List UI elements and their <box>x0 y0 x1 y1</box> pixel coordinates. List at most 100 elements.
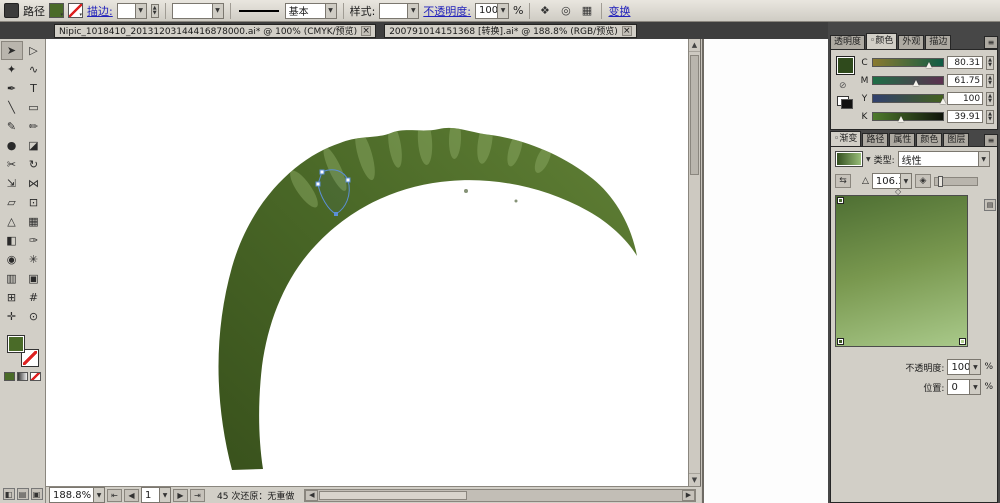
full-screen-with-menu-mode[interactable]: ▤ <box>17 488 29 500</box>
tab-appearance[interactable]: 外观 <box>898 35 924 49</box>
last-artboard-button[interactable]: ⇥ <box>190 489 205 502</box>
gradient-type-combo[interactable]: 线性▼ <box>898 151 990 167</box>
document-tab-1[interactable]: Nipic_1018410_20131203144416878000.ai* @… <box>54 24 376 38</box>
reverse-gradient-icon[interactable]: ⇆ <box>835 174 851 188</box>
style-combo[interactable]: ▼ <box>379 3 419 19</box>
tool-pencil[interactable]: ✏ <box>23 117 45 136</box>
tool-blob-brush[interactable]: ● <box>1 136 23 155</box>
vertical-scrollbar[interactable]: ▲ ▼ <box>688 39 701 486</box>
black-value[interactable]: 39.91 <box>947 110 983 123</box>
tab-stroke[interactable]: 描边 <box>925 35 951 49</box>
tool-eyedropper[interactable]: ✑ <box>23 231 45 250</box>
stepper[interactable]: ▲▼ <box>986 92 994 106</box>
chevron-down-icon[interactable]: ▼ <box>325 4 336 18</box>
stroke-weight-stepper[interactable]: ▲▼ <box>151 4 159 18</box>
anchor-point[interactable] <box>316 182 320 186</box>
tool-line-segment[interactable]: ╲ <box>1 98 23 117</box>
tool-rotate[interactable]: ↻ <box>23 155 45 174</box>
full-screen-mode[interactable]: ▣ <box>31 488 43 500</box>
stroke-weight-combo[interactable]: ▼ <box>117 3 147 19</box>
stepper[interactable]: ▲▼ <box>986 110 994 124</box>
tool-direct-selection[interactable]: ▷ <box>23 41 45 60</box>
tool-zoom[interactable]: ⊙ <box>23 307 45 326</box>
tab-color[interactable]: 颜色 <box>866 33 897 49</box>
stepper[interactable]: ▲▼ <box>986 74 994 88</box>
gradient-stop-start[interactable] <box>837 338 844 345</box>
tool-shape-builder[interactable]: ⊡ <box>23 193 45 212</box>
chevron-down-icon[interactable]: ▼ <box>497 4 508 18</box>
gradient-slider[interactable] <box>934 177 978 186</box>
align-options-icon[interactable]: ▦ <box>578 3 595 19</box>
chevron-down-icon[interactable]: ▼ <box>978 152 989 166</box>
gradient-slider-thumb[interactable] <box>938 176 943 187</box>
tool-mesh[interactable]: ▦ <box>23 212 45 231</box>
tool-pen[interactable]: ✒ <box>1 79 23 98</box>
tool-slice[interactable]: # <box>23 288 45 307</box>
panel-options-icon[interactable]: ▤ <box>984 199 996 211</box>
tool-column-graph[interactable]: ▥ <box>1 269 23 288</box>
close-icon[interactable]: × <box>361 26 371 36</box>
anchor-point[interactable] <box>320 170 324 174</box>
tab-gradient[interactable]: 渐变 <box>830 131 861 147</box>
chevron-down-icon[interactable]: ▼ <box>969 380 980 394</box>
stepper[interactable]: ▲▼ <box>986 56 994 70</box>
yellow-value[interactable]: 100 <box>947 92 983 105</box>
leaf-artwork[interactable] <box>219 128 638 470</box>
first-artboard-button[interactable]: ⇤ <box>107 489 122 502</box>
tool-gradient[interactable]: ◧ <box>1 231 23 250</box>
chevron-down-icon[interactable]: ▼ <box>866 156 871 163</box>
gradient-stop[interactable] <box>837 197 844 204</box>
tool-lasso[interactable]: ∿ <box>23 60 45 79</box>
tool-paintbrush[interactable]: ✎ <box>1 117 23 136</box>
toolbar-fill-swatch[interactable] <box>7 335 25 353</box>
black-slider[interactable] <box>872 112 944 121</box>
chevron-down-icon[interactable]: ▼ <box>135 4 146 18</box>
color-button[interactable] <box>4 372 15 381</box>
gradient-opacity-combo[interactable]: 100▼ <box>947 359 981 375</box>
next-artboard-button[interactable]: ▶ <box>173 489 188 502</box>
tool-hand[interactable]: ✛ <box>1 307 23 326</box>
gradient-fill-chip[interactable] <box>835 151 863 167</box>
document-tab-2[interactable]: 200791014151368 [转换].ai* @ 188.8% (RGB/预… <box>384 24 637 38</box>
tool-type[interactable]: T <box>23 79 45 98</box>
horizontal-scrollbar[interactable]: ◀ ▶ <box>304 489 696 502</box>
chevron-down-icon[interactable]: ▼ <box>969 360 980 374</box>
normal-screen-mode[interactable]: ◧ <box>3 488 15 500</box>
gradient-angle-combo[interactable]: 106.3▼ <box>872 173 912 189</box>
active-fill-swatch[interactable] <box>836 56 855 75</box>
scroll-down-icon[interactable]: ▼ <box>689 473 700 486</box>
horizontal-scroll-thumb[interactable] <box>319 491 467 500</box>
slider-marker[interactable] <box>940 98 946 104</box>
brush-definition-combo[interactable]: 基本▼ <box>285 3 337 19</box>
none-icon[interactable]: ⊘ <box>839 81 847 91</box>
tool-live-paint-bucket[interactable]: ▣ <box>23 269 45 288</box>
opacity-link[interactable]: 不透明度: <box>423 3 471 19</box>
slider-marker[interactable] <box>926 62 932 68</box>
tool-scissors[interactable]: ✂ <box>1 155 23 174</box>
chevron-down-icon[interactable]: ▼ <box>159 488 170 502</box>
transform-link[interactable]: 变换 <box>608 3 630 19</box>
zoom-combo[interactable]: 188.8%▼ <box>49 487 105 503</box>
vertical-scroll-thumb[interactable] <box>690 55 699 175</box>
tab-layers[interactable]: 图层 <box>943 133 969 147</box>
canvas[interactable] <box>46 39 688 486</box>
tool-eraser[interactable]: ◪ <box>23 136 45 155</box>
tool-scale[interactable]: ⇲ <box>1 174 23 193</box>
gradient-button[interactable] <box>17 372 28 381</box>
tool-symbol-sprayer[interactable]: ✳ <box>23 250 45 269</box>
tab-transparency[interactable]: 透明度 <box>830 35 865 49</box>
chevron-down-icon[interactable]: ▼ <box>900 174 911 188</box>
fill-color-swatch[interactable]: ▾ <box>49 3 64 18</box>
magenta-slider[interactable] <box>872 76 944 85</box>
gradient-location-combo[interactable]: 0▼ <box>947 379 981 395</box>
prev-artboard-button[interactable]: ◀ <box>124 489 139 502</box>
tool-free-transform[interactable]: ▱ <box>1 193 23 212</box>
tab-paths[interactable]: 路径 <box>862 133 888 147</box>
artboard-number-combo[interactable]: 1▼ <box>141 487 171 503</box>
tab-attributes[interactable]: 属性 <box>889 133 915 147</box>
scroll-up-icon[interactable]: ▲ <box>689 39 700 52</box>
anchor-point[interactable] <box>346 178 350 182</box>
cyan-slider[interactable] <box>872 58 944 67</box>
stroke-link[interactable]: 描边: <box>87 3 113 19</box>
tool-artboard[interactable]: ⊞ <box>1 288 23 307</box>
